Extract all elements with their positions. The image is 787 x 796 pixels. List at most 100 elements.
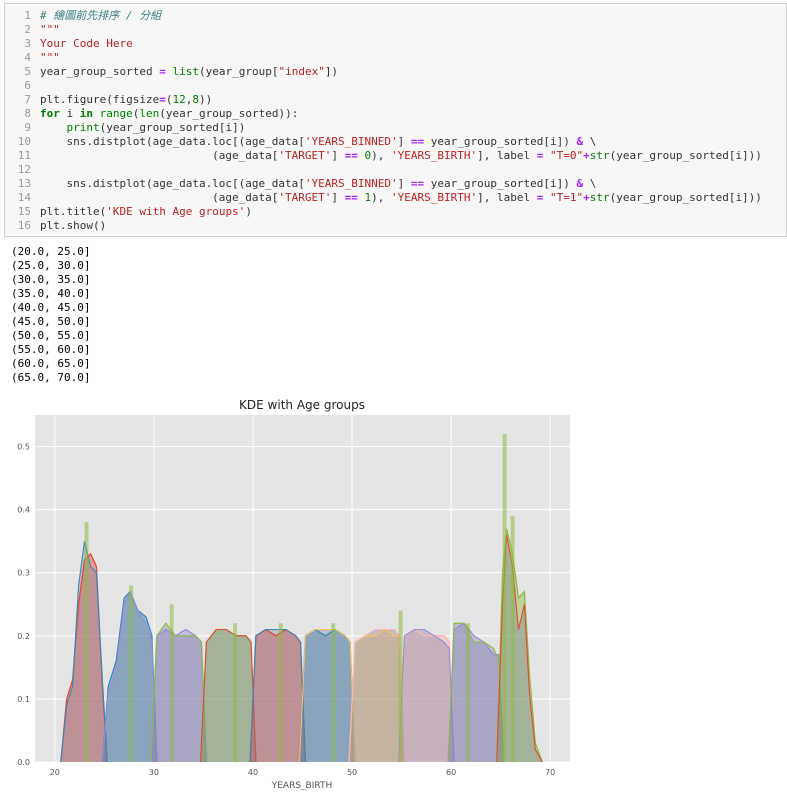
code-token: \: [583, 135, 597, 148]
code-token: sns.distplot(age_data.loc[(age_data[: [40, 135, 305, 148]
output-line: (60.0, 65.0]: [11, 357, 91, 370]
kde-area-t1: [349, 629, 405, 762]
code-token: in: [79, 107, 93, 120]
code-token: ==: [344, 191, 358, 204]
code-token: year_group_sorted[i]): [424, 135, 577, 148]
code-token: plt.figure(figsize: [40, 93, 160, 106]
y-tick-label: 0.2: [17, 632, 30, 641]
code-token: 'KDE with Age groups': [106, 205, 246, 218]
code-token: )): [198, 93, 213, 106]
code-text: print(year_group_sorted[i]): [40, 121, 246, 135]
output-line: (30.0, 35.0]: [11, 273, 91, 286]
code-token: (year_group_sorted[i])): [609, 191, 762, 204]
code-token: ==: [410, 177, 425, 190]
line-number: 15: [17, 205, 31, 218]
code-line: 8 for i in range(len(year_group_sorted)):: [5, 107, 786, 121]
code-token: 'YEARS_BIRTH': [391, 149, 478, 162]
code-line: 11 (age_data['TARGET'] == 0), 'YEARS_BIR…: [5, 149, 786, 163]
y-tick-label: 0.1: [17, 695, 30, 704]
code-token: 'TARGET': [278, 149, 332, 162]
code-text: year_group_sorted = list(year_group["ind…: [40, 65, 338, 79]
x-tick-label: 40: [248, 768, 258, 777]
code-line: 3 Your Code Here: [5, 37, 786, 51]
code-token: len: [139, 107, 160, 120]
code-line: 5 year_group_sorted = list(year_group["in…: [5, 65, 786, 79]
line-number: 14: [17, 191, 31, 204]
line-number: 13: [17, 177, 31, 190]
code-text: plt.title('KDE with Age groups'): [40, 205, 252, 219]
output-line: (50.0, 55.0]: [11, 329, 91, 342]
kde-area-t1: [250, 629, 306, 762]
output-line: (20.0, 25.0]: [11, 245, 91, 258]
code-token: 12: [172, 93, 186, 106]
code-token: for: [40, 107, 60, 120]
code-token: sns.distplot(age_data.loc[(age_data[: [40, 177, 305, 190]
chart-title: KDE with Age groups: [239, 398, 365, 412]
code-token: "T=0": [549, 149, 584, 162]
code-token: ]: [331, 149, 345, 162]
code-token: plt.show(): [40, 219, 107, 232]
hist-bar: [278, 623, 283, 762]
code-token: Your Code Here: [40, 37, 133, 50]
code-text: (age_data['TARGET'] == 0), 'YEARS_BIRTH'…: [40, 149, 762, 163]
code-token: 'YEARS_BIRTH': [391, 191, 478, 204]
line-number: 10: [17, 135, 31, 148]
code-text: # 繪圖前先排序 / 分組: [40, 9, 161, 23]
code-token: str: [589, 149, 610, 162]
code-token: ),: [371, 191, 392, 204]
code-text: """: [40, 51, 60, 65]
kde-area-t1: [299, 629, 355, 762]
code-token: list: [172, 65, 199, 78]
code-line: 14 (age_data['TARGET'] == 1), 'YEARS_BIR…: [5, 191, 786, 205]
code-cell[interactable]: 1 # 繪圖前先排序 / 分組 2 """ 3 Your Code Here 4 """ 5 ye…: [4, 3, 787, 237]
y-tick-label: 0.4: [17, 506, 30, 515]
code-token: ], label: [477, 191, 537, 204]
code-token: 'YEARS_BINNED': [304, 135, 398, 148]
code-line: 10 sns.distplot(age_data.loc[(age_data['…: [5, 135, 786, 149]
hist-bar: [331, 623, 336, 762]
code-token: =: [159, 65, 166, 78]
output-line: (55.0, 60.0]: [11, 343, 91, 356]
hist-bar: [169, 604, 174, 762]
code-text: Your Code Here: [40, 37, 133, 51]
code-token: (year_group_sorted)):: [159, 107, 299, 120]
kde-area-t1: [150, 623, 207, 762]
x-axis-label: YEARS_BIRTH: [271, 781, 333, 791]
line-number: 16: [17, 219, 31, 232]
code-token: (year_group_sorted[i]): [99, 121, 246, 134]
code-token: year_group_sorted[i]): [424, 177, 577, 190]
line-number: 6: [24, 79, 31, 92]
y-tick-label: 0.0: [17, 758, 30, 767]
code-text: """: [40, 23, 60, 37]
kde-chart: KDE with Age groups 20 30 40 50 60 70 0.00.10…: [17, 398, 570, 791]
code-token: (year_group[: [198, 65, 279, 78]
kde-area-t1: [200, 629, 256, 762]
code-line: 1 # 繪圖前先排序 / 分組: [5, 9, 786, 23]
code-line: 2 """: [5, 23, 786, 37]
line-number: 7: [24, 93, 31, 106]
code-token: ]: [397, 135, 411, 148]
output-line: (25.0, 30.0]: [11, 259, 91, 272]
code-line: 12: [5, 163, 786, 177]
code-line: 13 sns.distplot(age_data.loc[(age_data['…: [5, 177, 786, 191]
x-tick-label: 60: [446, 768, 456, 777]
line-number: 1: [24, 9, 31, 22]
code-token: range: [99, 107, 133, 120]
code-line: 7 plt.figure(figsize=(12,8)): [5, 93, 786, 107]
line-number: 5: [24, 65, 31, 78]
code-token: str: [589, 191, 610, 204]
code-token: 'YEARS_BINNED': [304, 177, 398, 190]
code-line: 15 plt.title('KDE with Age groups'): [5, 205, 786, 219]
output-line: (65.0, 70.0]: [11, 371, 91, 384]
code-token: ]): [324, 65, 339, 78]
code-text: plt.figure(figsize=(12,8)): [40, 93, 212, 107]
code-token: ),: [371, 149, 392, 162]
code-text: sns.distplot(age_data.loc[(age_data['YEA…: [40, 135, 596, 149]
line-number: 4: [24, 51, 31, 64]
line-number: 12: [17, 163, 31, 176]
code-token: (year_group_sorted[i])): [609, 149, 762, 162]
x-tick-label: 50: [347, 768, 357, 777]
